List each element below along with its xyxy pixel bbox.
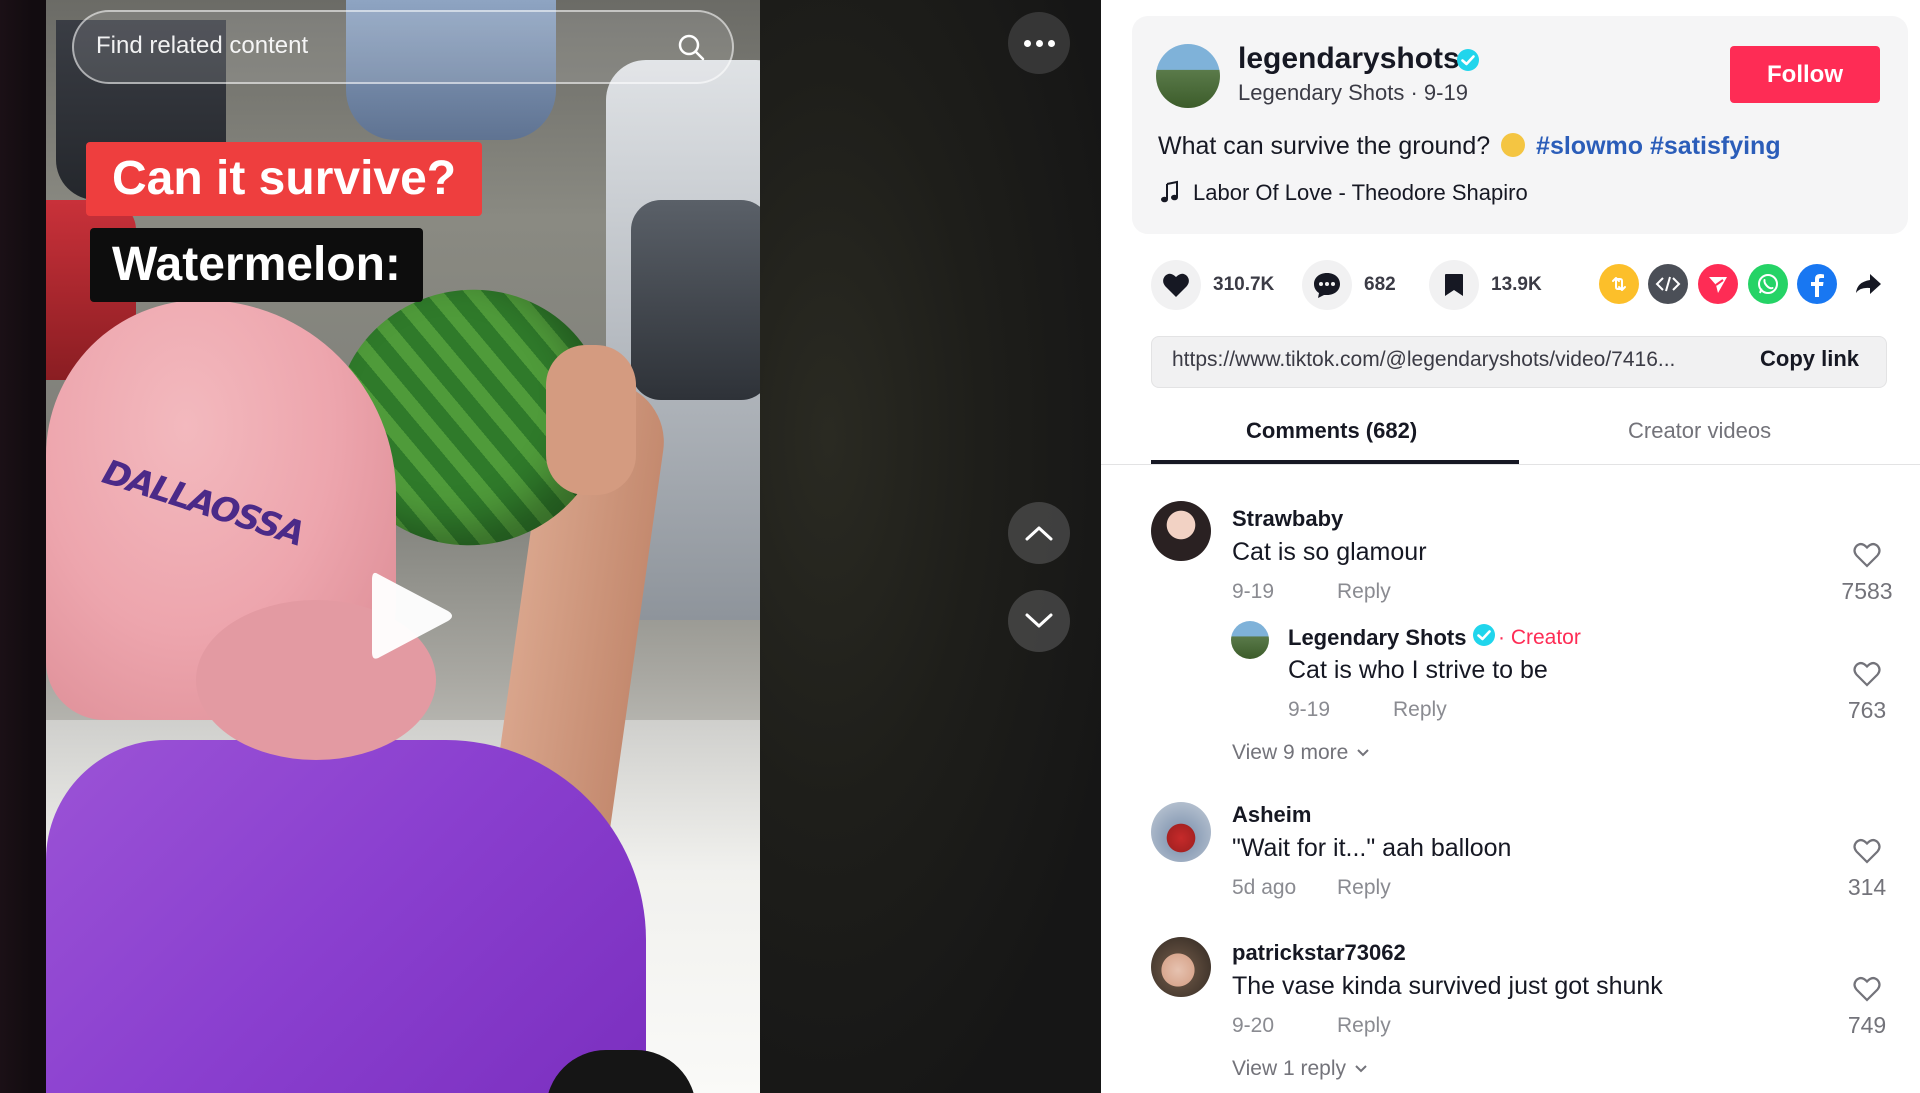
bookmark-icon <box>1445 274 1463 296</box>
avatar[interactable] <box>1151 802 1211 862</box>
like-stat[interactable]: 310.7K <box>1151 260 1274 310</box>
heart-outline-icon[interactable] <box>1853 542 1881 568</box>
whatsapp-icon[interactable] <box>1748 264 1788 304</box>
comment-username[interactable]: patrickstar73062 <box>1232 940 1406 966</box>
chevron-down-icon <box>1025 613 1053 628</box>
follow-button[interactable]: Follow <box>1730 46 1880 103</box>
car-windshield <box>631 200 760 400</box>
save-stat[interactable]: 13.9K <box>1429 260 1542 310</box>
creator-badge: · Creator <box>1498 626 1581 649</box>
comment-date: 9-19 <box>1232 580 1275 603</box>
hashtag-link[interactable]: #satisfying <box>1650 132 1781 160</box>
dot-icon <box>1023 39 1031 47</box>
video-caption-title: Can it survive? <box>86 142 483 216</box>
comment-icon <box>1314 273 1340 298</box>
chevron-down-icon <box>1355 1065 1367 1073</box>
tab-comments[interactable]: Comments (682) <box>1246 418 1417 444</box>
chevron-down-icon <box>1357 749 1370 757</box>
heart-outline-icon[interactable] <box>1853 838 1881 864</box>
like-button[interactable] <box>1151 260 1201 310</box>
reply-button[interactable]: Reply <box>1337 876 1391 900</box>
share-arrow-icon[interactable] <box>1848 264 1888 304</box>
send-icon[interactable] <box>1698 264 1738 304</box>
tab-creator-videos[interactable]: Creator videos <box>1628 418 1771 444</box>
repost-icon[interactable] <box>1599 264 1639 304</box>
hashtag-link[interactable]: #slowmo <box>1536 132 1643 160</box>
comment-stat[interactable]: 682 <box>1302 260 1396 310</box>
verified-icon <box>1473 624 1495 646</box>
reply-text: Cat is who I strive to be <box>1288 656 1548 684</box>
next-video-button[interactable] <box>1008 590 1070 652</box>
creator-badge-label: Creator <box>1510 626 1581 649</box>
view-more-label: View 1 reply <box>1232 1057 1347 1080</box>
view-more-label: View 9 more <box>1232 741 1349 764</box>
reply-date: 9-19 <box>1288 698 1331 721</box>
creator-subtitle: Legendary Shots · 9-19 <box>1238 80 1468 105</box>
copy-link-button[interactable]: Copy link <box>1760 346 1859 372</box>
save-count: 13.9K <box>1491 274 1542 295</box>
dot-icon <box>1035 39 1043 47</box>
reply-like-count: 763 <box>1847 697 1887 723</box>
comment-like-count: 314 <box>1847 874 1887 900</box>
comment-like-count: 7583 <box>1841 578 1893 604</box>
comment-count: 682 <box>1364 274 1396 295</box>
heart-outline-icon[interactable] <box>1853 976 1881 1002</box>
creator-avatar[interactable] <box>1156 44 1220 108</box>
verified-icon <box>1457 49 1479 71</box>
avatar[interactable] <box>1151 937 1211 997</box>
music-note-icon <box>1161 180 1178 203</box>
like-count: 310.7K <box>1213 274 1275 295</box>
comment-date: 9-20 <box>1232 1014 1275 1037</box>
reply-button[interactable]: Reply <box>1337 580 1391 604</box>
hand <box>546 345 636 495</box>
save-button[interactable] <box>1429 260 1479 310</box>
previous-video-button[interactable] <box>1008 502 1070 564</box>
search-placeholder: Find related content <box>96 32 309 59</box>
avatar[interactable] <box>1231 621 1269 659</box>
thinking-emoji-icon <box>1501 133 1526 157</box>
creator-handle[interactable]: legendaryshots <box>1238 42 1460 76</box>
facebook-icon[interactable] <box>1797 264 1837 304</box>
video-link-url[interactable]: https://www.tiktok.com/@legendaryshots/v… <box>1172 348 1675 372</box>
video-caption-subtitle: Watermelon: <box>90 228 423 302</box>
heart-icon <box>1163 273 1189 297</box>
more-options-button[interactable] <box>1008 12 1070 74</box>
description-text: What can survive the ground? <box>1158 132 1491 160</box>
reply-button[interactable]: Reply <box>1393 698 1447 722</box>
comment-date: 5d ago <box>1232 876 1297 899</box>
purple-shirt <box>46 740 646 1093</box>
dot-icon <box>1047 39 1055 47</box>
comment-username[interactable]: Strawbaby <box>1232 506 1343 532</box>
view-more-replies[interactable]: View 9 more <box>1232 741 1370 765</box>
comment-like-count: 749 <box>1847 1012 1887 1038</box>
comment-text: "Wait for it..." aah balloon <box>1232 834 1512 862</box>
reply-username[interactable]: Legendary Shots <box>1288 625 1466 651</box>
comment-username[interactable]: Asheim <box>1232 802 1311 828</box>
post-description: What can survive the ground? #slowmo #sa… <box>1158 132 1781 161</box>
play-icon[interactable] <box>366 566 456 666</box>
heart-outline-icon[interactable] <box>1853 661 1881 687</box>
reply-button[interactable]: Reply <box>1337 1014 1391 1038</box>
embed-icon[interactable] <box>1648 264 1688 304</box>
avatar[interactable] <box>1151 501 1211 561</box>
view-more-replies[interactable]: View 1 reply <box>1232 1057 1368 1081</box>
comment-button[interactable] <box>1302 260 1352 310</box>
music-link[interactable]: Labor Of Love - Theodore Shapiro <box>1193 180 1528 206</box>
search-icon[interactable] <box>676 32 706 62</box>
comment-text: The vase kinda survived just got shunk <box>1232 972 1663 1000</box>
comment-text: Cat is so glamour <box>1232 538 1427 566</box>
chevron-up-icon <box>1025 526 1053 541</box>
tabs-divider <box>1101 464 1920 465</box>
